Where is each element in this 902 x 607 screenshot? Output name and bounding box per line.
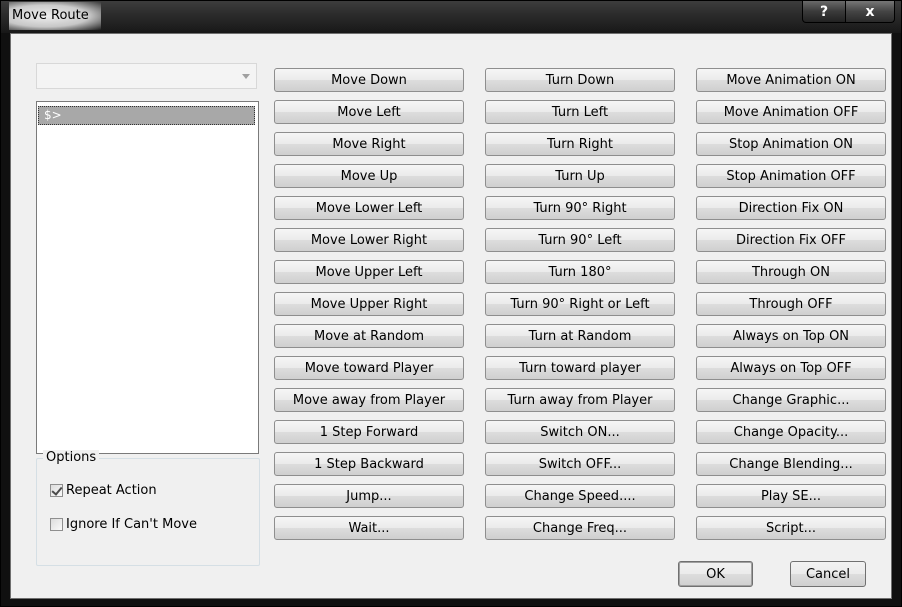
- command-button[interactable]: Turn at Random: [485, 324, 675, 348]
- checkbox-unchecked-icon[interactable]: [50, 517, 63, 531]
- command-button[interactable]: Switch OFF...: [485, 452, 675, 476]
- command-button[interactable]: Move away from Player: [274, 388, 464, 412]
- command-button[interactable]: Stop Animation ON: [696, 132, 886, 156]
- target-dropdown[interactable]: [36, 63, 257, 89]
- dialog-body: $> Options Repeat Action Ignore If Can't…: [10, 33, 892, 599]
- command-button[interactable]: Move Animation OFF: [696, 100, 886, 124]
- command-list[interactable]: $>: [36, 101, 259, 454]
- command-button[interactable]: Jump...: [274, 484, 464, 508]
- ignore-if-cant-move-label: Ignore If Can't Move: [66, 516, 197, 532]
- command-button[interactable]: Turn Left: [485, 100, 675, 124]
- checkbox-checked-icon[interactable]: [50, 483, 63, 497]
- command-button[interactable]: Change Graphic...: [696, 388, 886, 412]
- command-button[interactable]: Turn Up: [485, 164, 675, 188]
- cancel-button[interactable]: Cancel: [790, 561, 866, 587]
- repeat-action-label: Repeat Action: [66, 482, 157, 498]
- checkmark-icon: [51, 483, 63, 496]
- command-button[interactable]: Move toward Player: [274, 356, 464, 380]
- command-button[interactable]: Move Upper Left: [274, 260, 464, 284]
- repeat-action-checkbox[interactable]: Repeat Action: [50, 481, 157, 499]
- command-button[interactable]: Move Upper Right: [274, 292, 464, 316]
- command-button[interactable]: Turn toward player: [485, 356, 675, 380]
- command-button[interactable]: Turn away from Player: [485, 388, 675, 412]
- command-button[interactable]: Through ON: [696, 260, 886, 284]
- command-button[interactable]: Move at Random: [274, 324, 464, 348]
- ignore-if-cant-move-checkbox[interactable]: Ignore If Can't Move: [50, 515, 197, 533]
- command-button[interactable]: Stop Animation OFF: [696, 164, 886, 188]
- command-button[interactable]: 1 Step Backward: [274, 452, 464, 476]
- command-button[interactable]: Move Down: [274, 68, 464, 92]
- command-button[interactable]: Wait...: [274, 516, 464, 540]
- command-button[interactable]: Move Left: [274, 100, 464, 124]
- command-button[interactable]: Direction Fix ON: [696, 196, 886, 220]
- title-bar[interactable]: Move Route ? x: [1, 1, 901, 33]
- command-button[interactable]: Change Blending...: [696, 452, 886, 476]
- command-button[interactable]: Move Lower Left: [274, 196, 464, 220]
- command-button[interactable]: Move Lower Right: [274, 228, 464, 252]
- command-button[interactable]: Turn 90° Left: [485, 228, 675, 252]
- help-button[interactable]: ?: [802, 1, 846, 23]
- options-group: Options Repeat Action Ignore If Can't Mo…: [36, 450, 260, 566]
- command-button[interactable]: Switch ON...: [485, 420, 675, 444]
- command-button[interactable]: Move Animation ON: [696, 68, 886, 92]
- command-button[interactable]: Turn Down: [485, 68, 675, 92]
- command-button[interactable]: Move Up: [274, 164, 464, 188]
- window-title: Move Route: [9, 2, 101, 30]
- command-button[interactable]: Direction Fix OFF: [696, 228, 886, 252]
- command-button[interactable]: Turn 90° Right or Left: [485, 292, 675, 316]
- chevron-down-icon[interactable]: [242, 74, 250, 79]
- command-button[interactable]: Through OFF: [696, 292, 886, 316]
- command-button[interactable]: Change Opacity...: [696, 420, 886, 444]
- command-button[interactable]: Play SE...: [696, 484, 886, 508]
- close-button[interactable]: x: [845, 1, 895, 23]
- command-button[interactable]: Change Freq...: [485, 516, 675, 540]
- ok-button[interactable]: OK: [678, 561, 753, 587]
- command-button[interactable]: 1 Step Forward: [274, 420, 464, 444]
- command-button[interactable]: Turn Right: [485, 132, 675, 156]
- command-button[interactable]: Turn 90° Right: [485, 196, 675, 220]
- command-button[interactable]: Turn 180°: [485, 260, 675, 284]
- list-item[interactable]: $>: [38, 106, 255, 125]
- move-route-window: Move Route ? x $> Options Repeat Action …: [0, 0, 902, 607]
- command-button[interactable]: Change Speed....: [485, 484, 675, 508]
- options-legend: Options: [43, 450, 100, 465]
- command-button[interactable]: Move Right: [274, 132, 464, 156]
- command-button[interactable]: Always on Top ON: [696, 324, 886, 348]
- command-button[interactable]: Script...: [696, 516, 886, 540]
- command-button[interactable]: Always on Top OFF: [696, 356, 886, 380]
